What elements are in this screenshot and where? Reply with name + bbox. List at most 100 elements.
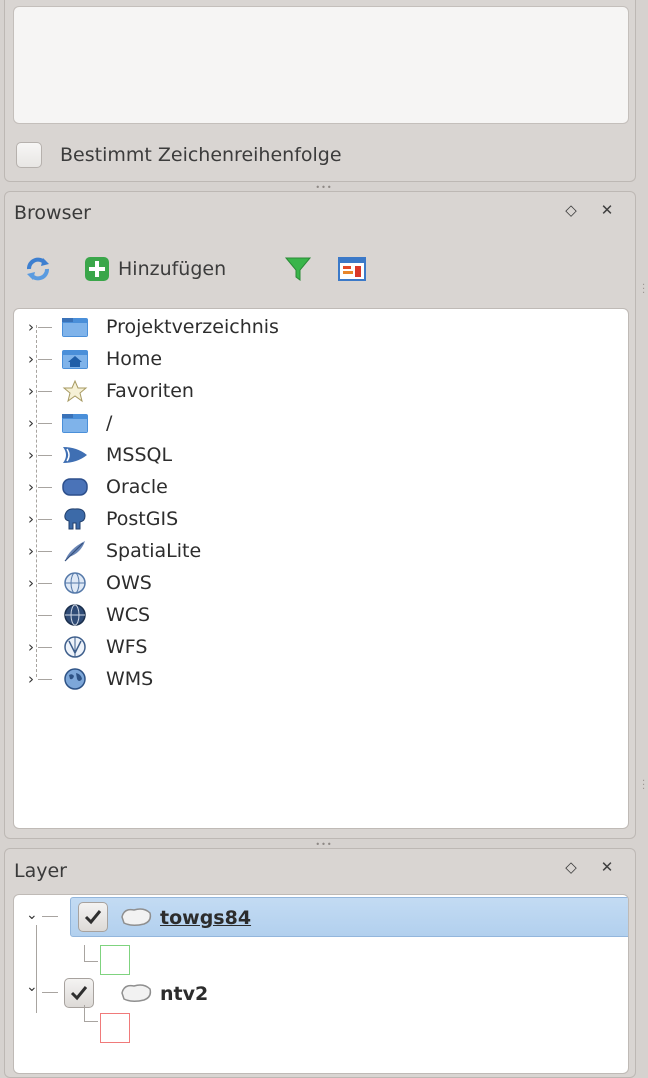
tree-connector — [36, 925, 37, 1013]
browser-item-label: Projektverzeichnis — [106, 316, 279, 338]
layer-order-list[interactable] — [13, 6, 629, 124]
browser-item[interactable]: › / — [14, 407, 628, 439]
folder-icon — [61, 411, 88, 435]
browser-close-icon[interactable]: ✕ — [596, 199, 618, 221]
expand-arrow-icon[interactable]: › — [24, 663, 38, 695]
tree-connector — [38, 519, 52, 520]
tree-connector — [38, 327, 52, 328]
layer-name[interactable]: towgs84 — [160, 907, 251, 929]
layer-visibility-checkbox[interactable] — [78, 902, 108, 932]
expand-arrow-icon[interactable]: › — [24, 343, 38, 375]
wcs-globe-icon — [61, 603, 87, 627]
checkmark-icon — [84, 910, 102, 925]
layers-float-icon[interactable]: ◇ — [560, 856, 582, 878]
draw-order-checkbox[interactable] — [16, 142, 42, 168]
tree-connector — [84, 1021, 98, 1022]
browser-item-label: MSSQL — [106, 444, 173, 466]
browser-item-label: SpatiaLite — [106, 540, 202, 562]
browser-item[interactable]: › WFS — [14, 631, 628, 663]
add-plus-icon — [85, 257, 109, 281]
expand-arrow-icon[interactable]: › — [24, 471, 38, 503]
expand-arrow-icon[interactable]: › — [24, 375, 38, 407]
tree-connector — [38, 391, 52, 392]
tree-connector — [38, 647, 52, 648]
filter-button[interactable] — [284, 255, 312, 283]
expand-arrow-icon[interactable]: › — [24, 439, 38, 471]
star-icon — [61, 379, 88, 403]
add-button-label: Hinzufügen — [118, 258, 227, 280]
browser-item[interactable]: › Projektverzeichnis — [14, 311, 628, 343]
expand-arrow-icon[interactable]: › — [24, 311, 38, 343]
browser-item-label: WFS — [106, 636, 148, 658]
browser-item[interactable]: › Oracle — [14, 471, 628, 503]
filter-icon — [284, 257, 312, 281]
postgis-elephant-icon — [61, 507, 87, 531]
tree-connector — [38, 551, 52, 552]
tree-connector — [38, 423, 52, 424]
browser-item-label: Favoriten — [106, 380, 194, 402]
tree-connector — [38, 359, 52, 360]
home-folder-icon — [61, 347, 88, 371]
browser-item-label: PostGIS — [106, 508, 179, 530]
layers-tree[interactable]: ⌄ towgs84 ⌄ ntv2 — [13, 894, 629, 1074]
expand-arrow-icon[interactable]: ⌄ — [26, 907, 38, 923]
browser-float-icon[interactable]: ◇ — [560, 199, 582, 221]
browser-item[interactable]: WCS — [14, 599, 628, 631]
browser-item-label: / — [106, 412, 113, 434]
expand-arrow-icon[interactable]: › — [24, 535, 38, 567]
refresh-icon — [27, 257, 49, 281]
legend-symbol-green[interactable] — [100, 945, 130, 975]
browser-tree[interactable]: › Projektverzeichnis › Home › Favoriten › / › MSS… — [13, 308, 629, 829]
tree-connector — [42, 992, 58, 993]
browser-item[interactable]: › Home — [14, 343, 628, 375]
polygon-layer-icon — [121, 908, 152, 927]
polygon-layer-icon — [121, 984, 152, 1003]
wfs-globe-icon — [61, 635, 87, 659]
collapse-all-button[interactable] — [338, 256, 366, 282]
tree-connector — [38, 615, 52, 616]
layers-close-icon[interactable]: ✕ — [596, 856, 618, 878]
expand-arrow-icon[interactable]: › — [24, 631, 38, 663]
browser-item-label: Oracle — [106, 476, 168, 498]
collapse-all-icon — [338, 257, 366, 281]
wms-globe-icon — [61, 667, 87, 691]
expand-arrow-icon[interactable]: ⌄ — [26, 979, 38, 995]
browser-item[interactable]: › SpatiaLite — [14, 535, 628, 567]
tree-connector — [38, 487, 52, 488]
globe-icon — [61, 571, 87, 595]
resize-grip[interactable]: · · · — [642, 777, 646, 795]
expand-arrow-icon[interactable]: › — [24, 567, 38, 599]
expand-arrow-icon[interactable]: › — [24, 407, 38, 439]
tree-connector — [38, 455, 52, 456]
browser-title: Browser — [14, 202, 91, 224]
expand-arrow-icon[interactable]: › — [24, 503, 38, 535]
browser-item-label: WMS — [106, 668, 154, 690]
oracle-icon — [61, 475, 88, 499]
folder-icon — [61, 315, 88, 339]
layer-name[interactable]: ntv2 — [160, 983, 208, 1005]
browser-item[interactable]: › PostGIS — [14, 503, 628, 535]
tree-connector — [84, 945, 85, 961]
tree-connector — [38, 583, 52, 584]
draw-order-label: Bestimmt Zeichenreihenfolge — [60, 144, 342, 166]
add-button[interactable]: Hinzufügen — [84, 256, 226, 282]
browser-item[interactable]: › MSSQL — [14, 439, 628, 471]
checkmark-icon — [70, 986, 88, 1001]
mssql-icon — [61, 443, 87, 467]
browser-item[interactable]: › Favoriten — [14, 375, 628, 407]
tree-connector — [42, 916, 58, 917]
browser-item-label: WCS — [106, 604, 151, 626]
layer-visibility-checkbox[interactable] — [64, 978, 94, 1008]
tree-connector — [84, 961, 98, 962]
tree-connector — [84, 1005, 85, 1021]
spatialite-feather-icon — [61, 539, 87, 563]
refresh-button[interactable] — [24, 255, 52, 283]
layers-title: Layer — [14, 860, 67, 882]
tree-connector — [38, 679, 52, 680]
browser-item-label: OWS — [106, 572, 152, 594]
browser-item[interactable]: › WMS — [14, 663, 628, 695]
browser-item-label: Home — [106, 348, 163, 370]
legend-symbol-red[interactable] — [100, 1013, 130, 1043]
browser-item[interactable]: › OWS — [14, 567, 628, 599]
resize-grip[interactable]: · · · — [642, 281, 646, 299]
